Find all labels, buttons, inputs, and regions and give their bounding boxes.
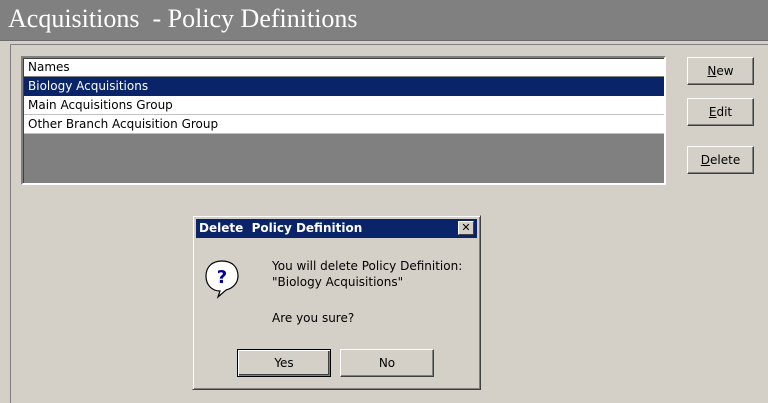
edit-button-label: dit [716,105,733,119]
question-icon: ? [205,260,239,299]
window-title: Acquisitions - Policy Definitions [8,4,358,33]
list-item[interactable]: Other Branch Acquisition Group [24,115,664,134]
list-item-label: Main Acquisitions Group [28,98,173,112]
list-item[interactable]: Biology Acquisitions [24,77,664,96]
new-button[interactable]: New [687,57,754,85]
dialog-message-line: "Biology Acquisitions" [272,275,404,289]
delete-button-label: elete [710,153,741,167]
list-item-label: Other Branch Acquisition Group [28,117,219,131]
delete-button-mnemonic: D [700,153,711,167]
window-title-bar: Acquisitions - Policy Definitions [0,0,768,41]
list-column-header[interactable]: Names [24,59,664,77]
policy-names-list[interactable]: Names Biology Acquisitions Main Acquisit… [21,56,666,185]
delete-button[interactable]: Delete [687,146,754,174]
list-item[interactable]: Main Acquisitions Group [24,96,664,115]
dialog-title: Delete Policy Definition [199,221,363,235]
new-button-label: ew [716,64,734,78]
edit-button[interactable]: Edit [687,98,754,126]
delete-confirmation-dialog: Delete Policy Definition ✕ ? You will de… [192,215,481,390]
dialog-confirm-text: Are you sure? [272,311,355,325]
no-button[interactable]: No [340,349,434,377]
yes-button[interactable]: Yes [237,349,331,377]
svg-text:?: ? [217,267,227,288]
list-item-label: Biology Acquisitions [28,79,149,93]
close-icon[interactable]: ✕ [458,221,474,235]
dialog-message: You will delete Policy Definition: "Biol… [272,258,477,290]
dialog-message-line: You will delete Policy Definition: [272,259,463,273]
dialog-title-bar[interactable]: Delete Policy Definition ✕ [196,219,477,238]
